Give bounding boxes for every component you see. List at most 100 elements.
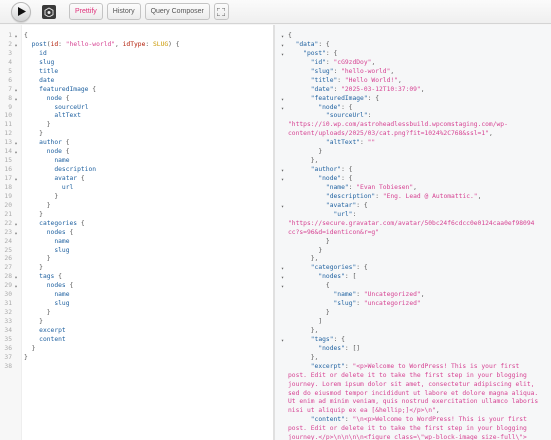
query-line[interactable]: 9 sourceUrl bbox=[0, 104, 273, 113]
fold-arrow-icon[interactable]: ▾ bbox=[12, 86, 20, 95]
fold-arrow-icon[interactable]: ▾ bbox=[281, 264, 288, 273]
fold-arrow-icon[interactable]: ▾ bbox=[12, 175, 20, 184]
query-line[interactable]: 24 name bbox=[0, 238, 273, 247]
query-line[interactable]: 36 } bbox=[0, 345, 273, 354]
query-line[interactable]: 26 } bbox=[0, 255, 273, 264]
fold-arrow-icon bbox=[281, 193, 288, 202]
query-editor[interactable]: 1 ▾{2 ▾ post(id: "hello-world", idType: SL… bbox=[0, 25, 273, 440]
query-line-text: nodes { bbox=[20, 229, 74, 238]
query-line[interactable]: 22 ▾ categories { bbox=[0, 220, 273, 229]
prettify-button[interactable]: Prettify bbox=[69, 3, 103, 20]
query-line-text: name bbox=[20, 157, 69, 166]
fold-arrow-icon[interactable]: ▾ bbox=[12, 220, 20, 229]
query-line[interactable]: 4 slug bbox=[0, 59, 273, 68]
fold-arrow-icon[interactable]: ▾ bbox=[12, 95, 20, 104]
query-line[interactable]: 13 ▾ author { bbox=[0, 139, 273, 148]
query-line[interactable]: 14 ▾ node { bbox=[0, 148, 273, 157]
query-line[interactable]: 37} bbox=[0, 354, 273, 363]
fold-arrow-icon[interactable]: ▾ bbox=[281, 50, 288, 59]
fold-arrow-icon[interactable]: ▾ bbox=[281, 273, 288, 282]
query-line-text: node { bbox=[20, 95, 70, 104]
code-token: { bbox=[65, 282, 74, 290]
query-line[interactable]: 15 name bbox=[0, 157, 273, 166]
fold-arrow-icon bbox=[281, 148, 288, 157]
fullscreen-button[interactable] bbox=[213, 3, 229, 20]
query-line[interactable]: 34 excerpt bbox=[0, 327, 273, 336]
fold-arrow-icon[interactable]: ▾ bbox=[12, 41, 20, 50]
query-line[interactable]: 29 ▾ nodes { bbox=[0, 282, 273, 291]
fold-arrow-icon[interactable]: ▾ bbox=[281, 166, 288, 175]
line-number: 13 bbox=[4, 139, 12, 147]
result-line-text: "sourceUrl": bbox=[288, 112, 372, 121]
query-line[interactable]: 19 } bbox=[0, 193, 273, 202]
query-line[interactable]: 33 } bbox=[0, 318, 273, 327]
query-line[interactable]: 1 ▾ { bbox=[0, 32, 273, 41]
query-line[interactable]: 38 bbox=[0, 363, 273, 372]
fold-arrow-icon[interactable]: ▾ bbox=[281, 32, 288, 41]
result-line-text: "featuredImage": { bbox=[288, 95, 379, 104]
query-line[interactable]: 28 ▾ tags { bbox=[0, 273, 273, 282]
fold-arrow-icon[interactable]: ▾ bbox=[281, 104, 288, 113]
fold-arrow-icon[interactable]: ▾ bbox=[281, 95, 288, 104]
query-line[interactable]: 20 } bbox=[0, 202, 273, 211]
result-line: ] bbox=[281, 318, 551, 327]
query-composer-button[interactable]: Query Composer bbox=[144, 3, 210, 20]
code-token: "name" bbox=[333, 291, 357, 299]
code-token: : bbox=[333, 67, 342, 75]
query-line[interactable]: 12 } bbox=[0, 130, 273, 139]
query-code[interactable]: 1 ▾{2 ▾ post(id: "hello-world", idType: SL… bbox=[0, 32, 273, 372]
fold-arrow-icon bbox=[281, 220, 288, 229]
query-line-text: url bbox=[20, 184, 73, 193]
line-number: 21 bbox=[4, 210, 12, 218]
query-line-text: { bbox=[20, 32, 28, 41]
query-line[interactable]: 27 } bbox=[0, 264, 273, 273]
code-token: } bbox=[24, 309, 51, 317]
fold-arrow-icon[interactable]: ▾ bbox=[281, 175, 288, 184]
query-line[interactable]: 11 } bbox=[0, 121, 273, 130]
code-token: post. Edit or delete it to take the firs… bbox=[288, 371, 527, 379]
fold-arrow-icon[interactable]: ▾ bbox=[281, 282, 288, 291]
query-line[interactable]: 6 date bbox=[0, 77, 273, 86]
query-line[interactable]: 2 ▾ post(id: "hello-world", idType: SLUG)… bbox=[0, 41, 273, 50]
query-line[interactable]: 31 slug bbox=[0, 300, 273, 309]
query-line[interactable]: 5 title bbox=[0, 68, 273, 77]
fold-arrow-icon[interactable]: ▾ bbox=[12, 139, 20, 148]
line-number: 33 bbox=[4, 318, 12, 325]
query-line[interactable]: 8 ▾ node { bbox=[0, 95, 273, 104]
query-line-text: content bbox=[20, 336, 66, 345]
fold-arrow-icon[interactable]: ▾ bbox=[12, 229, 20, 238]
fold-arrow-icon bbox=[12, 300, 20, 309]
query-line[interactable]: 17 ▾ avatar { bbox=[0, 175, 273, 184]
query-line[interactable]: 23 ▾ nodes { bbox=[0, 229, 273, 238]
query-line[interactable]: 10 altText bbox=[0, 112, 273, 121]
query-line[interactable]: 3 id bbox=[0, 50, 273, 59]
query-line[interactable]: 21 } bbox=[0, 211, 273, 220]
query-line[interactable]: 30 name bbox=[0, 291, 273, 300]
fold-arrow-icon[interactable]: ▾ bbox=[281, 41, 288, 50]
query-line[interactable]: 25 slug bbox=[0, 247, 273, 256]
query-line[interactable]: 16 description bbox=[0, 166, 273, 175]
fold-arrow-icon[interactable]: ▾ bbox=[12, 282, 20, 291]
line-number: 23 bbox=[4, 228, 12, 236]
fold-arrow-icon[interactable]: ▾ bbox=[281, 202, 288, 211]
execute-query-button[interactable] bbox=[11, 1, 31, 22]
fold-arrow-icon[interactable]: ▾ bbox=[12, 148, 20, 157]
query-line[interactable]: 18 url bbox=[0, 184, 273, 193]
result-line: post. Edit or delete it to take the firs… bbox=[281, 425, 551, 434]
fold-arrow-icon[interactable]: ▾ bbox=[12, 32, 20, 41]
query-line[interactable]: 32 } bbox=[0, 309, 273, 318]
fold-arrow-icon[interactable]: ▾ bbox=[12, 273, 20, 282]
code-token: , bbox=[488, 130, 493, 138]
history-button[interactable]: History bbox=[106, 3, 141, 20]
code-token: , bbox=[420, 85, 425, 93]
query-line[interactable]: 35 content bbox=[0, 336, 273, 345]
code-token: name bbox=[24, 291, 70, 299]
query-line[interactable]: 7 ▾ featuredImage { bbox=[0, 86, 273, 95]
code-token: "" bbox=[367, 139, 376, 147]
fold-arrow-icon[interactable]: ▾ bbox=[281, 336, 288, 345]
